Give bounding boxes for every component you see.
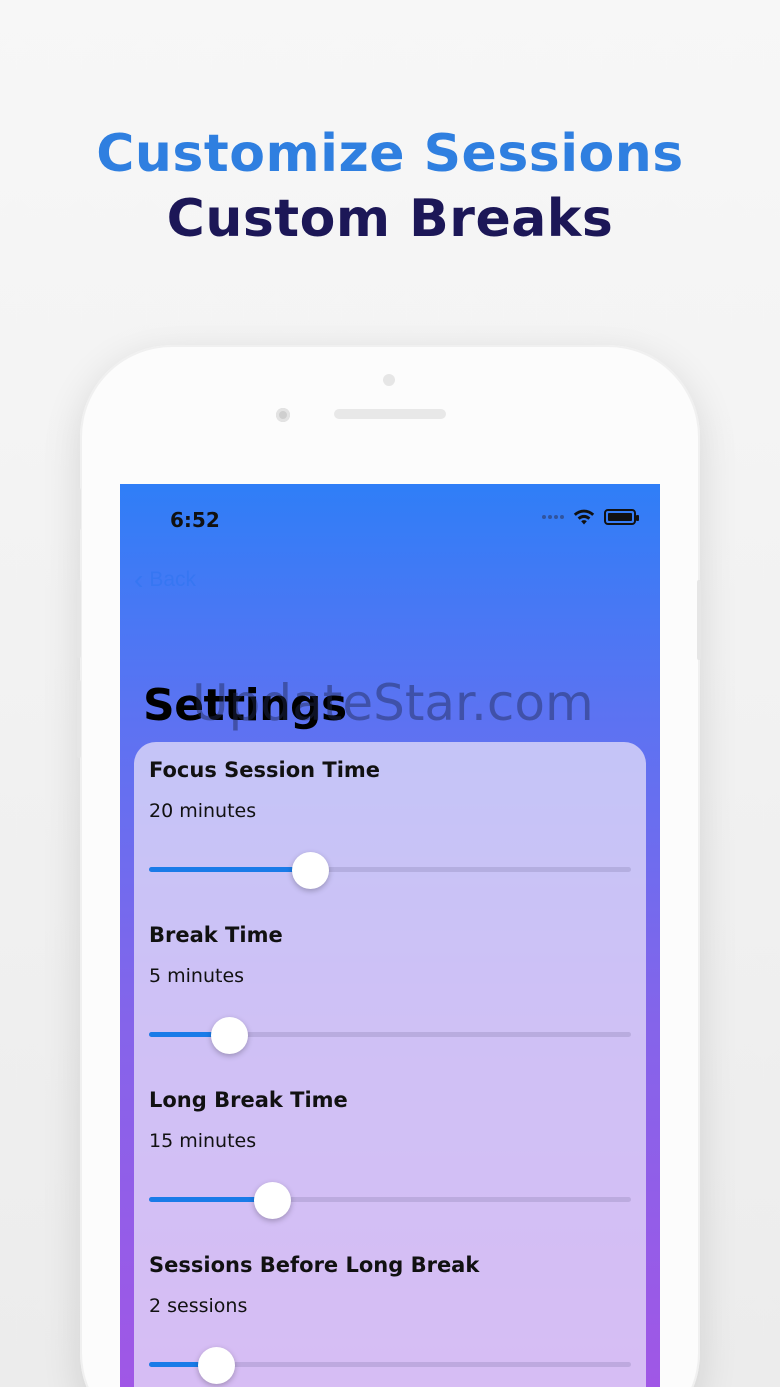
setting-label: Sessions Before Long Break [149,1253,480,1277]
slider-fill [149,867,311,872]
setting-value: 15 minutes [149,1130,257,1152]
power-button [697,580,701,660]
slider-thumb[interactable] [198,1347,236,1384]
phone-screen: 6:52 ‹ Back Settings UpdateStar.com Focu… [120,484,660,1387]
settings-card: Focus Session Time 20 minutes Break Time… [134,742,646,1387]
setting-long-break-time: Long Break Time 15 minutes [149,1088,631,1219]
chevron-left-icon: ‹ [134,564,144,595]
setting-label: Break Time [149,923,283,947]
earpiece-speaker [334,409,446,419]
break-time-slider[interactable] [149,1017,631,1054]
page-title: Settings [143,680,347,731]
slider-thumb[interactable] [292,852,330,889]
headline-line-2: Custom Breaks [166,189,614,249]
front-camera [276,408,290,422]
slider-thumb[interactable] [253,1182,291,1219]
slider-thumb[interactable] [210,1017,248,1054]
proximity-sensor [383,374,395,386]
setting-value: 2 sessions [149,1295,248,1317]
back-button[interactable]: ‹ Back [134,566,196,594]
mute-switch [77,488,81,530]
focus-session-slider[interactable] [149,852,631,889]
cellular-signal-icon [542,515,564,519]
volume-down-button [77,680,81,758]
volume-up-button [77,580,81,658]
sessions-slider[interactable] [149,1347,631,1384]
back-button-label: Back [149,568,197,591]
headline-line-1: Customize Sessions [96,124,684,184]
status-time: 6:52 [170,508,220,532]
setting-label: Long Break Time [149,1088,348,1112]
battery-icon [604,509,639,525]
setting-label: Focus Session Time [149,758,381,782]
long-break-slider[interactable] [149,1182,631,1219]
status-icons [542,508,639,526]
setting-focus-session-time: Focus Session Time 20 minutes [149,758,631,889]
setting-value: 5 minutes [149,965,245,987]
setting-break-time: Break Time 5 minutes [149,923,631,1054]
wifi-icon [573,509,595,525]
setting-sessions-before-long-break: Sessions Before Long Break 2 sessions [149,1253,631,1384]
setting-value: 20 minutes [149,800,257,822]
